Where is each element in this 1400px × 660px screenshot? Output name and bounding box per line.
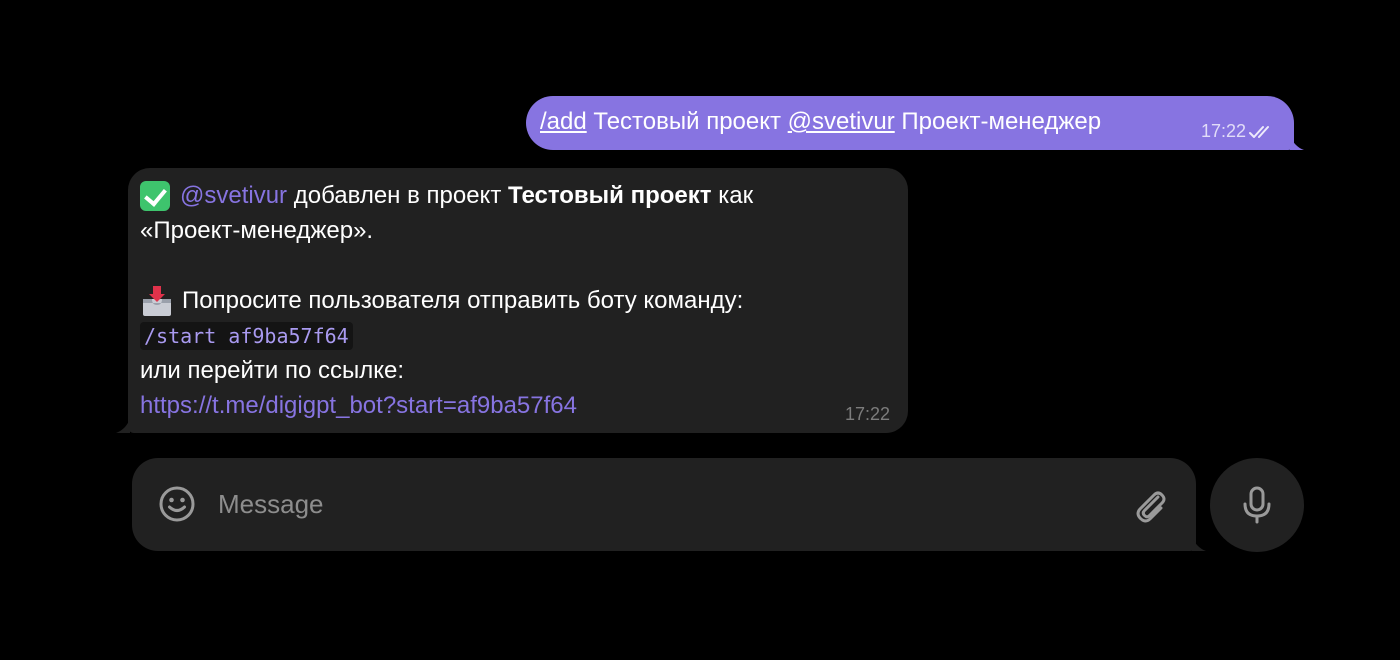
mention-link[interactable]: @svetivur (180, 178, 287, 213)
message-line-role: «Проект-менеджер». (140, 217, 374, 244)
message-line-or: или перейти по ссылке: (140, 357, 405, 384)
project-name: Тестовый проект (507, 182, 712, 209)
text-segment: как (711, 182, 754, 209)
outgoing-message-bubble[interactable]: /add Тестовый проект @svetivur Проект-ме… (526, 96, 1304, 150)
composer-tail (1192, 537, 1206, 551)
bot-start-link[interactable]: https://t.me/digigpt_bot?start=af9ba57f6… (140, 388, 577, 423)
instruction-text: Попросите пользователя отправить боту ко… (182, 287, 744, 314)
line-spacer (140, 248, 900, 283)
message-line-code: /start af9ba57f64 (140, 318, 900, 353)
message-line-added: @svetivur добавлен в проект Тестовый про… (140, 178, 900, 213)
message-text-end: Проект-менеджер (894, 108, 1102, 135)
message-time: 17:22 (1200, 121, 1246, 141)
text-segment: добавлен в проект (287, 182, 508, 209)
bubble-tail (1290, 136, 1304, 150)
double-check-icon (1249, 125, 1269, 138)
message-time: 17:22 (844, 404, 890, 424)
command-link[interactable]: /add (540, 108, 587, 135)
inbox-tray-icon (143, 285, 171, 316)
outgoing-message-text: /add Тестовый проект @svetivur Проект-ме… (540, 108, 1101, 136)
message-text-middle: Тестовый проект (586, 108, 788, 135)
smile-icon[interactable] (158, 485, 196, 523)
incoming-message-text: @svetivur добавлен в проект Тестовый про… (140, 178, 900, 423)
message-composer (132, 458, 1206, 551)
start-command-code[interactable]: /start af9ba57f64 (140, 321, 353, 350)
message-line-url: https://t.me/digigpt_bot?start=af9ba57f6… (140, 388, 900, 423)
message-meta: 17:22 (1201, 121, 1276, 142)
incoming-message-bubble[interactable]: @svetivur добавлен в проект Тестовый про… (116, 168, 908, 433)
paperclip-icon[interactable] (1130, 485, 1170, 525)
bubble-tail (116, 419, 130, 433)
microphone-icon (1243, 486, 1271, 524)
check-mark-icon (140, 180, 170, 211)
message-input[interactable] (218, 482, 1098, 526)
message-line-instruction: Попросите пользователя отправить боту ко… (140, 283, 900, 318)
mention-link[interactable]: @svetivur (788, 108, 895, 135)
voice-record-button[interactable] (1210, 458, 1304, 552)
